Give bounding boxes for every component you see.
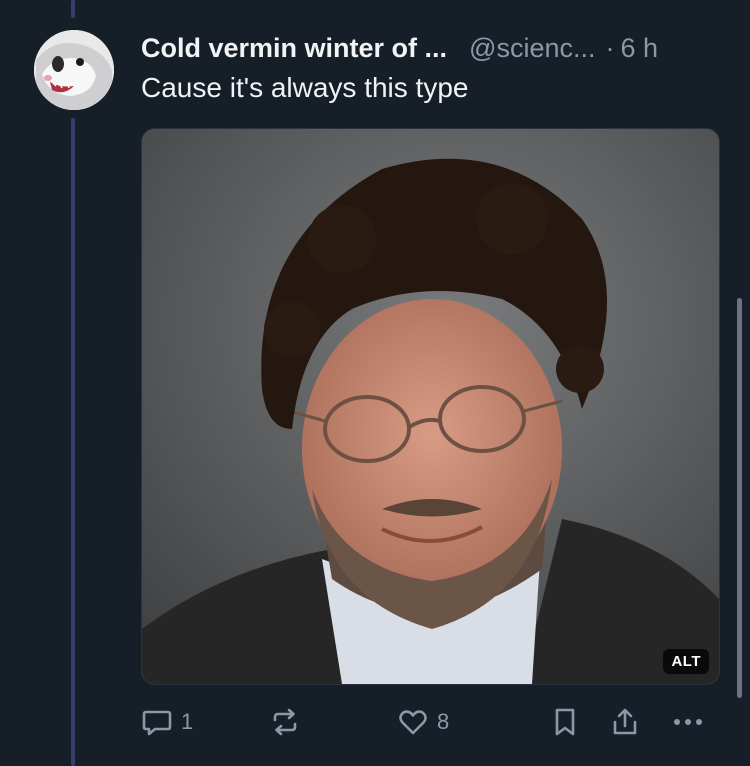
- separator-dot: ·: [605, 32, 615, 63]
- reply-button[interactable]: 1: [141, 700, 193, 744]
- post-image[interactable]: ALT: [141, 128, 720, 685]
- post-timestamp[interactable]: 6 h: [620, 33, 658, 64]
- post-header: Cold vermin winter of ... @scienc... · 6…: [141, 28, 720, 68]
- thread-line-top: [71, 0, 75, 18]
- more-options-button[interactable]: [671, 700, 705, 744]
- like-button[interactable]: 8: [397, 700, 449, 744]
- like-count: 8: [437, 709, 450, 734]
- share-icon: [613, 708, 637, 735]
- scrollbar[interactable]: [737, 298, 742, 698]
- post-text: Cause it's always this type: [141, 72, 469, 103]
- speech-bubble-icon: [142, 710, 172, 736]
- repost-arrows-icon: [273, 708, 297, 736]
- share-button[interactable]: [609, 700, 641, 744]
- author-handle[interactable]: @scienc...: [469, 33, 595, 64]
- thread-line-bottom: [71, 118, 75, 766]
- repost-button[interactable]: [269, 700, 301, 744]
- ellipsis-icon: [674, 719, 702, 725]
- heart-icon: [399, 710, 427, 735]
- alt-text-badge[interactable]: ALT: [663, 649, 709, 674]
- author-name[interactable]: Cold vermin winter of ...: [141, 33, 447, 64]
- avatar[interactable]: [34, 30, 114, 110]
- portrait-photo: [142, 129, 719, 684]
- reply-count: 1: [181, 709, 194, 734]
- post-actions: 1 8: [141, 700, 718, 744]
- bookmark-button[interactable]: [549, 700, 581, 744]
- bookmark-icon: [555, 708, 575, 736]
- opossum-avatar-image: [34, 30, 114, 110]
